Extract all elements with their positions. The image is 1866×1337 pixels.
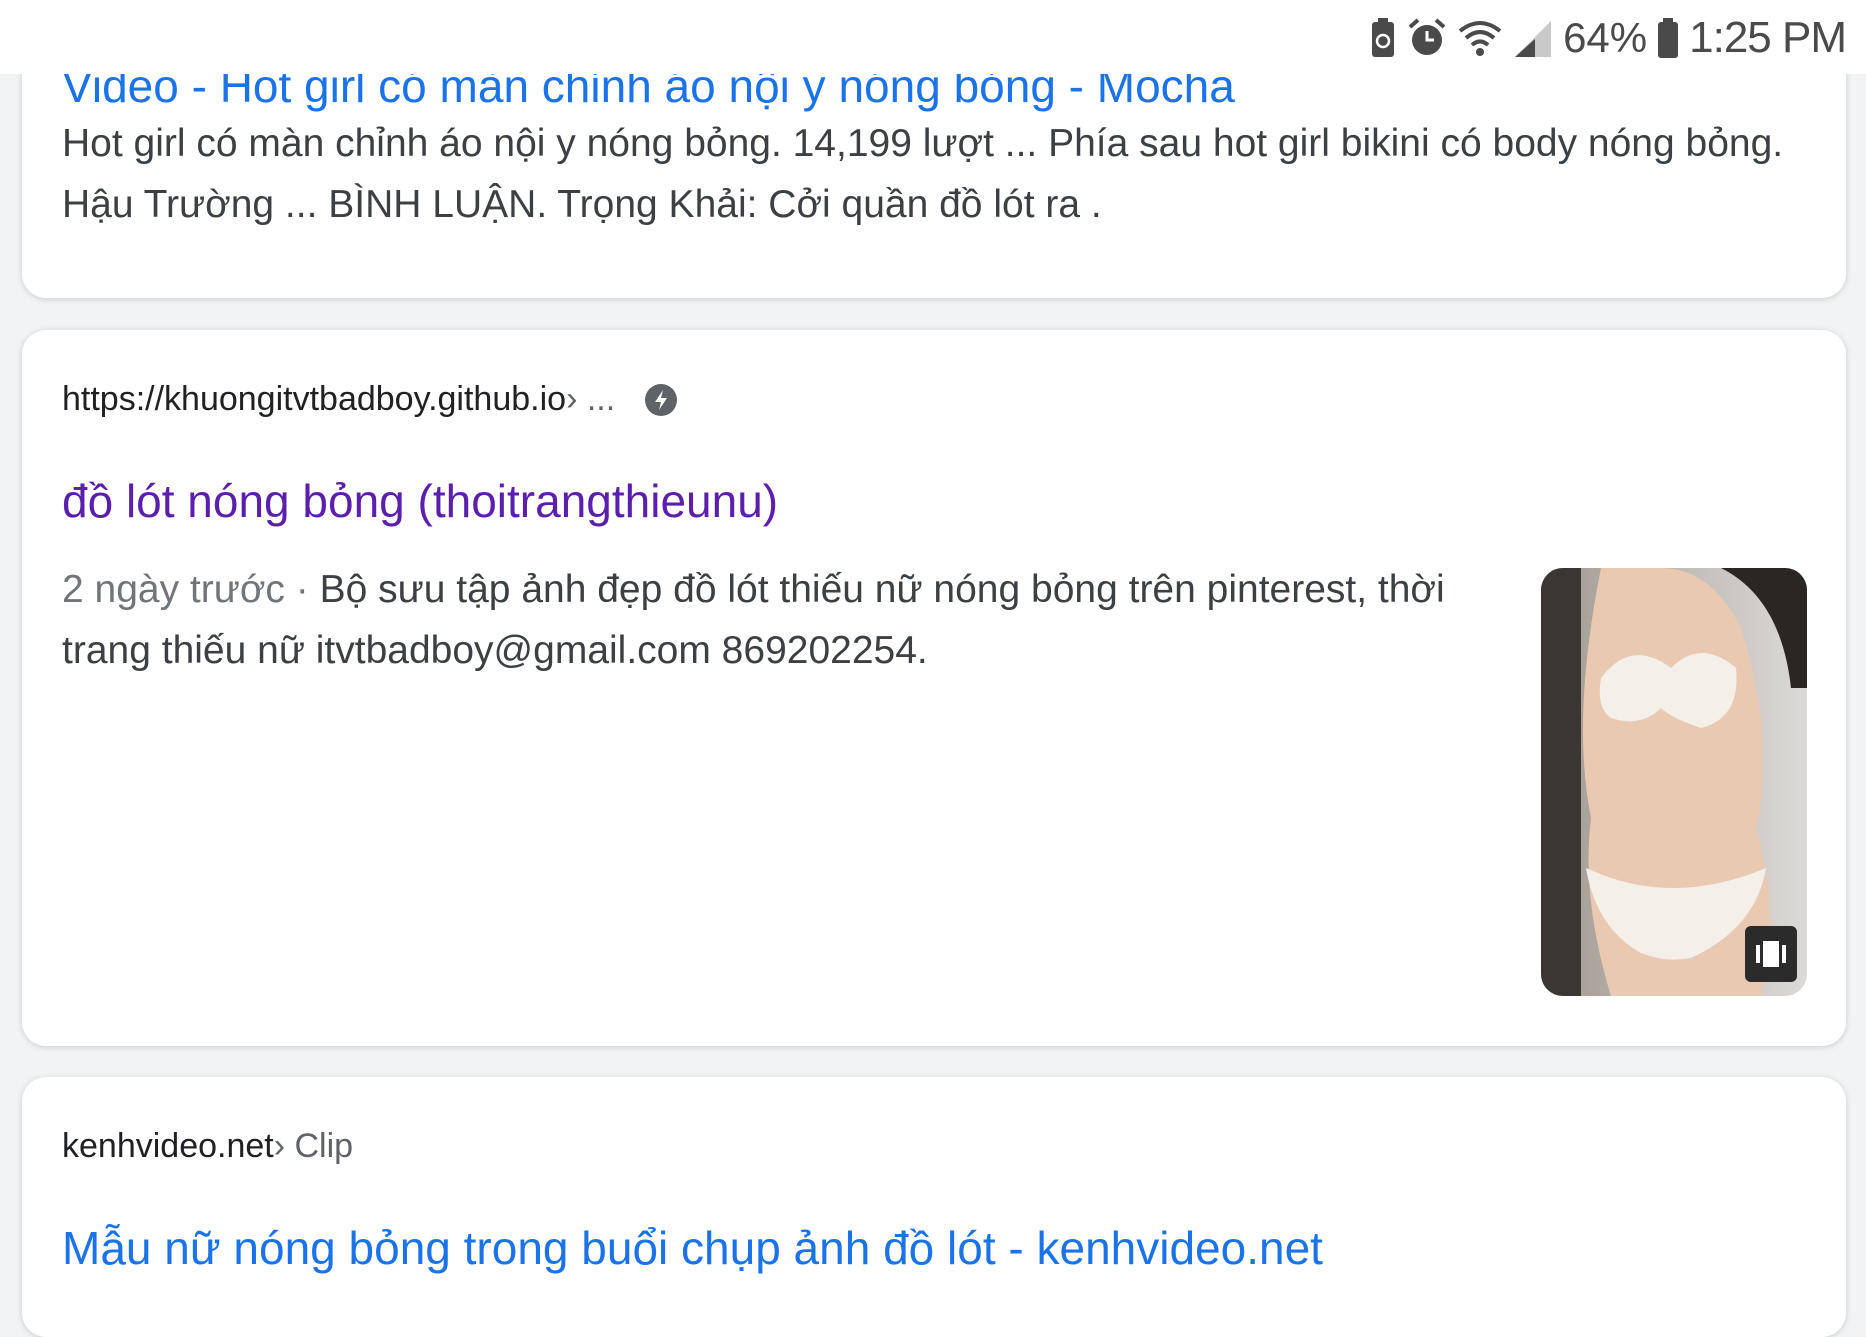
result-separator: · bbox=[284, 568, 320, 611]
result-thumbnail[interactable] bbox=[1541, 568, 1807, 996]
wifi-icon bbox=[1457, 17, 1503, 59]
lightning-bolt-icon bbox=[645, 383, 678, 416]
cell-signal-icon bbox=[1513, 17, 1553, 59]
battery-icon bbox=[1657, 17, 1679, 59]
result-url-breadcrumb: › Clip bbox=[273, 1127, 354, 1165]
result-date: 2 ngày trước bbox=[62, 568, 285, 611]
result-snippet: Hot girl có màn chỉnh áo nội y nóng bỏng… bbox=[62, 122, 1784, 226]
result-url-breadcrumb: › ... bbox=[566, 380, 616, 418]
carousel-icon bbox=[1745, 926, 1797, 982]
battery-percent: 64% bbox=[1563, 14, 1648, 61]
result-url-domain: kenhvideo.net bbox=[62, 1127, 274, 1165]
result-url[interactable]: kenhvideo.net › Clip bbox=[62, 1127, 353, 1166]
result-url[interactable]: https://khuongitvtbadboy.github.io › ... bbox=[62, 380, 678, 419]
alarm-icon bbox=[1407, 17, 1447, 59]
result-title-link[interactable]: đồ lót nóng bỏng (thoitrangthieunu) bbox=[62, 473, 778, 529]
battery-saver-icon bbox=[1369, 17, 1397, 59]
status-bar: 64% 1:25 PM bbox=[0, 0, 1866, 74]
result-url-domain: https://khuongitvtbadboy.github.io bbox=[62, 380, 567, 418]
status-icons: 64% 1:25 PM bbox=[1369, 8, 1847, 68]
result-snippet: 2 ngày trước · Bộ sưu tập ảnh đẹp đồ lót… bbox=[62, 559, 1502, 681]
clock: 1:25 PM bbox=[1689, 13, 1847, 62]
search-result-card: kenhvideo.net › Clip Mẫu nữ nóng bỏng tr… bbox=[22, 1077, 1846, 1337]
search-result-card: https://khuongitvtbadboy.github.io › ...… bbox=[22, 330, 1846, 1046]
